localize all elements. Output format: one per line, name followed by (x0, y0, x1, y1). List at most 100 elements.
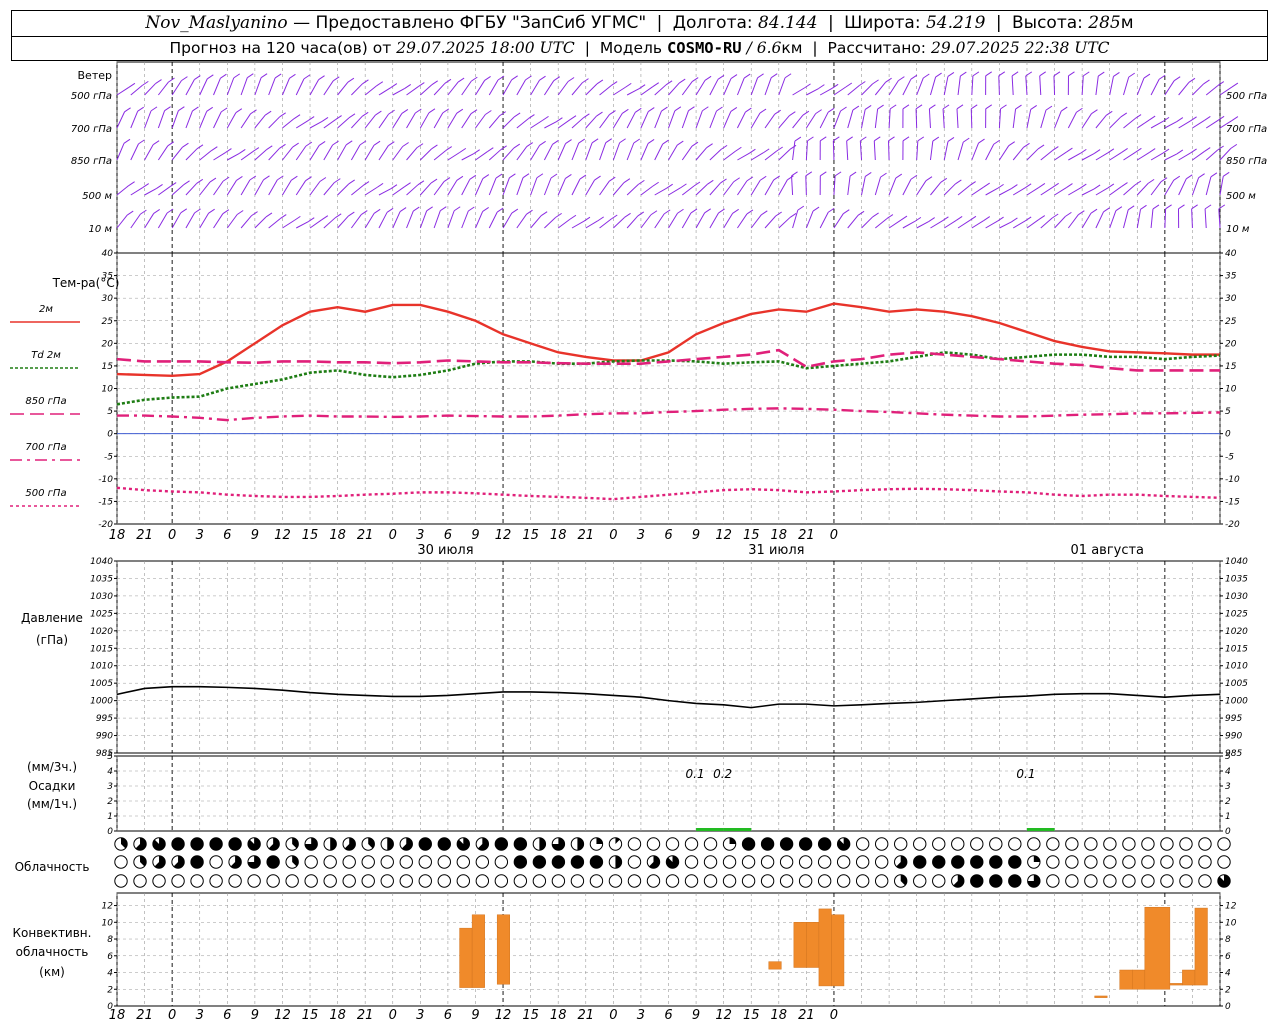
wind-barb (1040, 109, 1047, 129)
wind-barb (861, 83, 873, 96)
wind-barb-flag (818, 84, 825, 90)
wind-barb (351, 115, 363, 129)
y-tick-label-right: 1000 (1225, 697, 1248, 707)
y-tick-label-right: 1005 (1225, 679, 1248, 689)
wind-barb-flag (733, 177, 740, 183)
wind-barb (916, 140, 919, 161)
wind-barb-flag (318, 141, 326, 146)
wind-barb (488, 177, 497, 196)
wind-barb-flag (1065, 211, 1072, 217)
conv-title-unit: (км) (39, 965, 65, 979)
wind-barb-flag (496, 207, 504, 213)
wind-barb-flag (348, 211, 355, 217)
wind-barb-flag (1068, 71, 1075, 77)
wind-barb (943, 141, 949, 161)
wind-barb-flag (525, 75, 532, 81)
y-tick-label-right: 15 (1225, 362, 1237, 372)
wind-barb-flag (1052, 146, 1059, 151)
wind-barb (213, 111, 222, 129)
wind-barb-flag (969, 181, 976, 186)
wind-barb-flag (417, 180, 425, 186)
wind-barb-flag (666, 183, 673, 189)
wind-barb-flag (376, 182, 384, 188)
wind-barb-flag (1091, 109, 1098, 115)
wind-barb (1164, 179, 1175, 196)
cloud-symbol (684, 874, 699, 888)
wind-barb-flag (910, 174, 918, 180)
y-tick-label-right: 20 (1225, 339, 1237, 349)
wind-barb-flag (873, 136, 881, 142)
wind-barb-flag (418, 82, 425, 87)
wind-barb (1164, 121, 1178, 129)
wind-barb-flag (820, 171, 827, 177)
wind-barb-flag (807, 136, 814, 142)
wind-barb-flag (1030, 105, 1037, 110)
y-tick-label-left: 1015 (90, 644, 113, 654)
wind-barb-flag (704, 208, 711, 214)
wind-barb-flag (650, 210, 658, 216)
wind-barb (447, 112, 458, 129)
cloud-symbol (646, 874, 661, 888)
wind-barb-flag (206, 106, 214, 112)
convective-bar (1132, 969, 1146, 990)
y-tick-label-left: 0 (107, 827, 113, 837)
wind-barb-flag (468, 206, 475, 212)
wind-barb-flag (827, 207, 835, 213)
wind-barb (902, 179, 912, 196)
wind-barb (612, 182, 625, 196)
wind-barb-flag (622, 108, 629, 114)
hour-tick-label-mid: 0 (389, 528, 397, 543)
hour-tick-label-bottom: 0 (609, 1008, 617, 1023)
y-tick-label-right: 10 (1225, 385, 1237, 395)
wind-barb-flag (321, 215, 329, 221)
wind-barb (1192, 83, 1204, 96)
y-tick-label-left: -5 (104, 452, 113, 462)
cloud-symbol (418, 855, 432, 869)
wind-barb (268, 77, 276, 96)
y-tick-label-left: 3 (107, 782, 113, 792)
cloud-symbol (380, 855, 394, 869)
convective-bar (768, 961, 782, 970)
wind-barb-flag (500, 145, 507, 151)
wind-barb (792, 209, 799, 229)
hour-tick-label-bottom: 18 (771, 1008, 788, 1023)
wind-barb (764, 179, 775, 196)
cloud-symbol (494, 874, 509, 888)
wind-barb (475, 80, 486, 96)
wind-barb (916, 221, 929, 229)
wind-barb (1054, 151, 1067, 161)
cloud-symbol (1008, 837, 1022, 851)
wind-barb-flag (252, 147, 260, 152)
wind-barb-flag (402, 142, 409, 147)
cloud-symbol (779, 874, 794, 888)
wind-barb-flag (789, 111, 796, 117)
wind-barb-flag (321, 117, 329, 122)
wind-barb (337, 81, 349, 96)
hour-tick-label-mid: 18 (771, 528, 788, 543)
precip-value-label: 0.1 (686, 767, 705, 781)
wind-barb (985, 144, 995, 161)
wind-barb (585, 83, 598, 96)
wind-barb-flag (565, 139, 572, 144)
cloud-symbol (970, 837, 984, 851)
wind-barb-flag (661, 106, 668, 112)
wind-barb-flag (900, 215, 908, 221)
cloud-symbol-full (190, 837, 204, 851)
cloud-symbol (932, 837, 946, 851)
cloud-symbol-full (970, 855, 983, 869)
wind-barb (295, 78, 305, 96)
cloud-symbol (874, 874, 889, 888)
y-tick-label-right: 5 (1225, 407, 1231, 417)
wind-barb (1095, 75, 1099, 96)
y-tick-label-left: 25 (102, 317, 114, 327)
wind-barb-flag (332, 76, 340, 82)
wind-barb-flag (456, 175, 464, 181)
wind-barb (874, 81, 886, 96)
wind-barb-flag (126, 210, 134, 216)
y-tick-label-left: 1 (107, 812, 113, 822)
wind-barb-flag (956, 104, 964, 110)
wind-barb-flag (1024, 216, 1032, 222)
wind-barb-flag (677, 140, 684, 146)
y-tick-label-right: 995 (1225, 714, 1242, 724)
cloud-symbol (1160, 874, 1174, 888)
